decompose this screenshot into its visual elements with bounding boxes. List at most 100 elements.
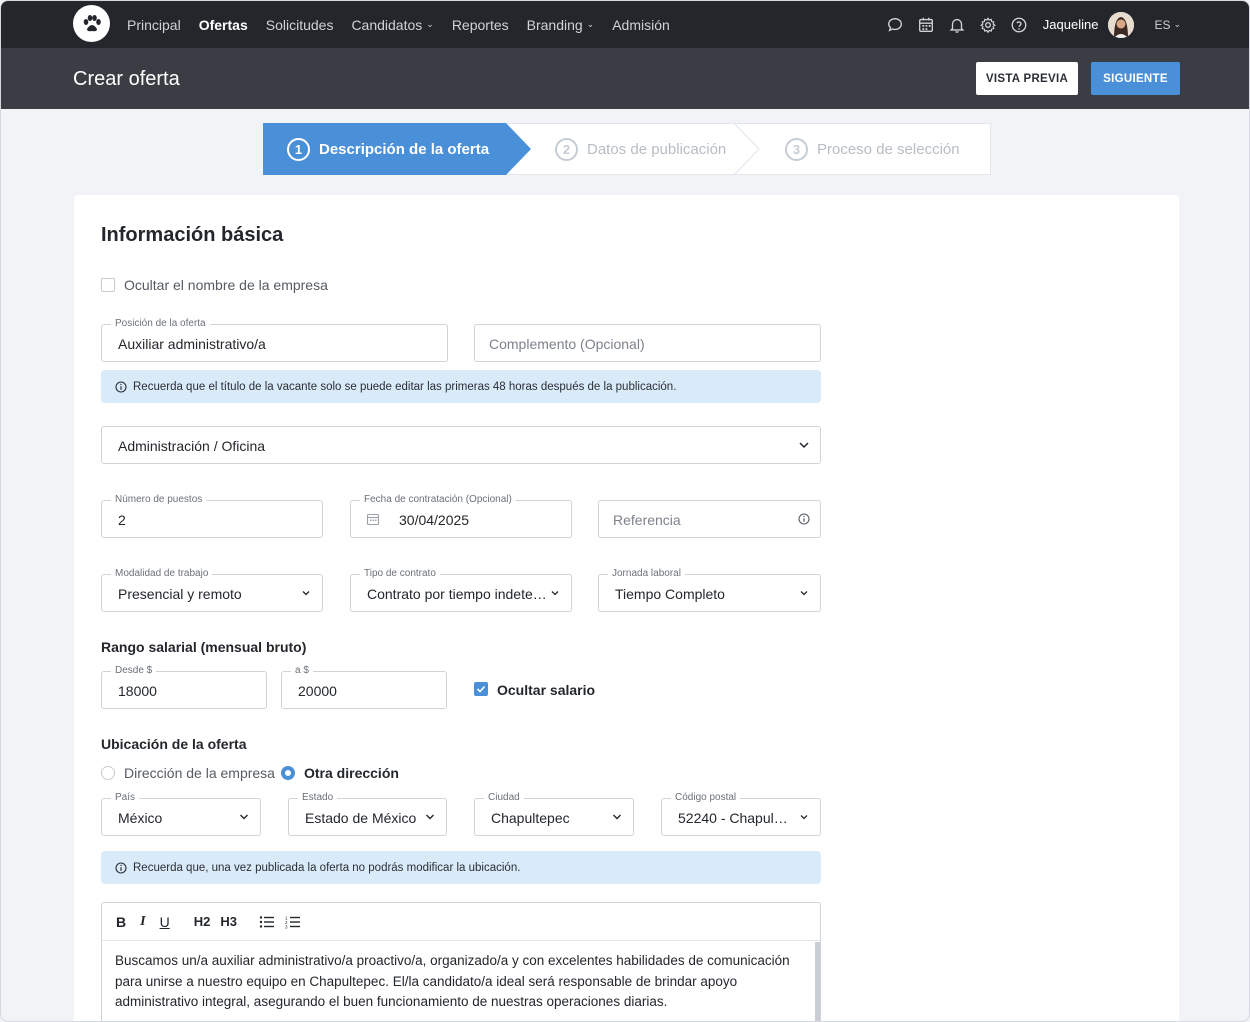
field-value: 18000: [118, 683, 157, 699]
nav-item-principal[interactable]: Principal: [127, 17, 181, 33]
chevron-down-icon: [800, 815, 808, 820]
field-placeholder: Referencia: [613, 512, 681, 528]
field-value: Tiempo Completo: [615, 586, 725, 602]
radio-other-address[interactable]: [281, 766, 295, 780]
field-legend: País: [111, 792, 140, 804]
nav-item-ofertas[interactable]: Ofertas: [199, 17, 248, 33]
country-select[interactable]: País México: [101, 792, 261, 836]
step-publicacion[interactable]: 2 Datos de publicación: [555, 124, 726, 174]
next-button[interactable]: SIGUIENTE: [1091, 62, 1180, 95]
chevron-down-icon: [800, 591, 808, 596]
field-value: 2: [118, 512, 126, 528]
user-name[interactable]: Jaqueline: [1043, 17, 1099, 32]
chevron-down-icon: ⌄: [1173, 19, 1181, 29]
chevron-down-icon: ⌄: [426, 19, 434, 29]
chevron-down-icon: [240, 814, 248, 820]
hide-salary-label: Ocultar salario: [497, 682, 596, 698]
check-icon: [476, 685, 486, 693]
step-label: Descripción de la oferta: [319, 140, 490, 158]
field-value: 52240 - Chapultepec: [678, 810, 790, 826]
salary-to-input[interactable]: a $ 20000: [281, 665, 447, 709]
calendar-icon[interactable]: [916, 15, 936, 35]
step-number: 1: [287, 137, 310, 161]
chat-icon[interactable]: [885, 15, 905, 35]
location-title: Ubicación de la oferta: [101, 736, 247, 752]
paw-logo-icon[interactable]: [73, 5, 110, 42]
heading3-button[interactable]: H3: [220, 914, 237, 929]
field-legend: Ciudad: [484, 792, 524, 804]
field-legend: Estado: [298, 792, 338, 804]
category-select[interactable]: Administración / Oficina: [101, 426, 821, 464]
gear-icon[interactable]: [978, 15, 998, 35]
nav-label: Branding: [526, 16, 583, 33]
field-legend: Modalidad de trabajo: [111, 568, 213, 580]
position-input[interactable]: Posición de la oferta Auxiliar administr…: [101, 318, 448, 362]
stepper: 1 Descripción de la oferta 2 Datos de pu…: [263, 123, 991, 175]
page-title: Crear oferta: [73, 68, 180, 90]
reference-input[interactable]: Referencia: [598, 500, 821, 538]
app-window: Principal Ofertas Solicitudes Candidatos…: [0, 0, 1250, 1022]
underline-button[interactable]: U: [160, 914, 170, 930]
schedule-select[interactable]: Jornada laboral Tiempo Completo: [598, 568, 821, 612]
hire-date-input[interactable]: Fecha de contratación (Opcional) 30/04/2…: [350, 494, 572, 538]
notice-text: Recuerda que el título de la vacante sol…: [133, 380, 677, 393]
bullet-list-icon[interactable]: [259, 915, 275, 929]
language-label: ES: [1154, 17, 1171, 32]
help-icon[interactable]: [1009, 15, 1029, 35]
contract-type-select[interactable]: Tipo de contrato Contrato por tiempo ind…: [350, 568, 572, 612]
complement-input[interactable]: Complemento (Opcional): [474, 324, 821, 362]
editor-scrollbar[interactable]: [815, 942, 820, 1021]
city-select[interactable]: Ciudad Chapultepec: [474, 792, 634, 836]
salary-title: Rango salarial (mensual bruto): [101, 639, 307, 655]
nav-right: Jaqueline ES ⌄: [874, 1, 1181, 48]
svg-text:3: 3: [285, 924, 288, 929]
field-value: 30/04/2025: [399, 512, 470, 528]
form-card: Información básica Ocultar el nombre de …: [74, 195, 1179, 1021]
work-mode-select[interactable]: Modalidad de trabajo Presencial y remoto: [101, 568, 323, 612]
field-value: Chapultepec: [491, 810, 570, 826]
step-separator-icon: [734, 123, 760, 175]
preview-button[interactable]: VISTA PREVIA: [976, 62, 1078, 95]
field-value: Auxiliar administrativo/a: [118, 336, 266, 352]
step-descripcion[interactable]: 1 Descripción de la oferta: [287, 124, 489, 174]
bell-icon[interactable]: [947, 15, 967, 35]
numbered-list-icon[interactable]: 123: [285, 915, 301, 929]
nav-item-candidatos[interactable]: Candidatos ⌄: [351, 17, 433, 33]
language-selector[interactable]: ES ⌄: [1154, 18, 1181, 32]
bold-button[interactable]: B: [116, 914, 126, 930]
chevron-down-icon: ⌄: [586, 19, 595, 29]
avatar[interactable]: [1108, 11, 1135, 38]
chevron-down-icon: [613, 814, 621, 820]
editor-content[interactable]: Buscamos un/a auxiliar administrativo/a …: [115, 951, 805, 1013]
chevron-down-icon: [551, 591, 559, 596]
radio-company-address[interactable]: [101, 766, 115, 780]
nav-item-admision[interactable]: Admisión: [612, 17, 670, 33]
salary-from-input[interactable]: Desde $ 18000: [101, 665, 267, 709]
hide-salary-checkbox[interactable]: [474, 682, 488, 696]
nav-item-branding[interactable]: Branding ⌄: [527, 17, 595, 33]
nav-item-reportes[interactable]: Reportes: [452, 17, 509, 33]
step-seleccion[interactable]: 3 Proceso de selección: [785, 124, 960, 174]
step-label: Proceso de selección: [817, 140, 960, 158]
nav-item-solicitudes[interactable]: Solicitudes: [266, 17, 334, 33]
field-value: Presencial y remoto: [118, 586, 242, 602]
page-header: Crear oferta VISTA PREVIA SIGUIENTE: [1, 48, 1249, 109]
postal-code-select[interactable]: Código postal 52240 - Chapultepec: [661, 792, 821, 836]
positions-count-input[interactable]: Número de puestos 2: [101, 494, 323, 538]
calendar-icon: [366, 513, 380, 526]
radio-other-address-label: Otra dirección: [304, 765, 399, 781]
chevron-down-icon: [302, 591, 310, 596]
info-icon[interactable]: [798, 513, 810, 525]
radio-company-address-label: Dirección de la empresa: [124, 765, 275, 781]
field-legend: Jornada laboral: [608, 568, 685, 580]
italic-button[interactable]: I: [140, 914, 145, 930]
nav-label: Reportes: [451, 16, 509, 33]
field-legend: Desde $: [111, 665, 157, 677]
hide-company-checkbox[interactable]: [101, 278, 115, 292]
step-number: 2: [555, 137, 578, 161]
chevron-down-icon: [799, 442, 809, 449]
field-legend: Código postal: [671, 792, 741, 804]
heading2-button[interactable]: H2: [194, 914, 211, 929]
state-select[interactable]: Estado Estado de México: [288, 792, 447, 836]
notice-text: Recuerda que, una vez publicada la ofert…: [133, 861, 521, 874]
